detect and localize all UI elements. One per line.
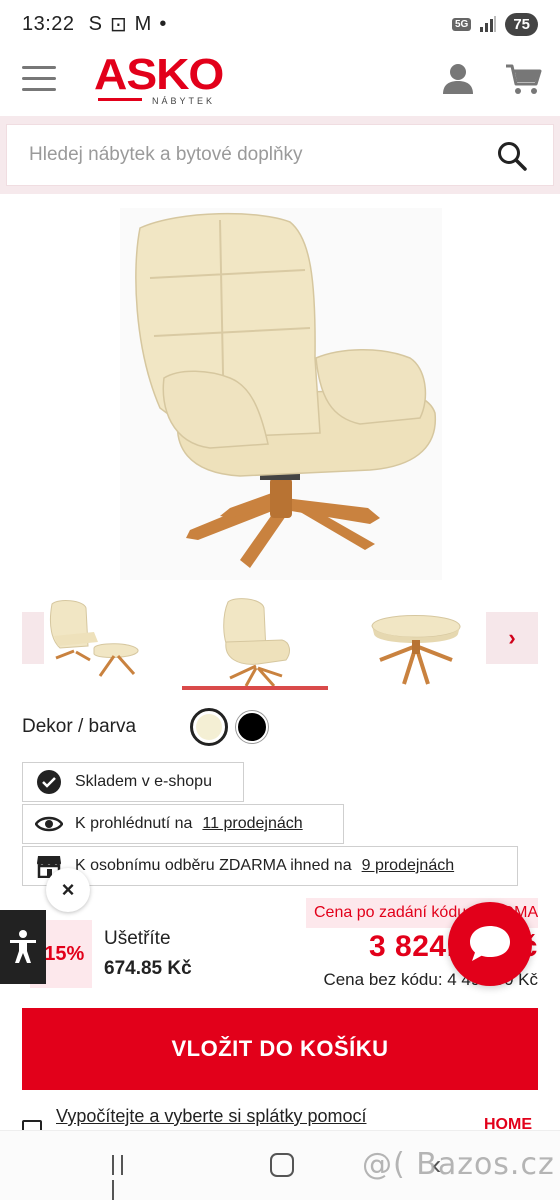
accessibility-icon bbox=[10, 930, 36, 963]
thumbnail-3[interactable] bbox=[366, 596, 466, 688]
swatch-black[interactable] bbox=[236, 711, 268, 743]
network-5g-icon: 5G bbox=[451, 17, 472, 31]
close-button[interactable]: × bbox=[46, 868, 90, 912]
status-bar: 13:22 S ⊡ M • 5G 75 bbox=[0, 0, 560, 48]
cart-icon[interactable] bbox=[504, 62, 542, 96]
recent-apps-icon[interactable] bbox=[112, 1155, 138, 1200]
logo-subtitle: NÁBYTEK bbox=[152, 96, 216, 106]
logo-text: ASKO bbox=[94, 50, 224, 99]
decor-label: Dekor / barva bbox=[22, 716, 137, 737]
thumbnail-carousel: ‹ › bbox=[0, 594, 560, 694]
search-input[interactable]: Hledej nábytek a bytové doplňky bbox=[6, 124, 554, 186]
product-main-image[interactable] bbox=[120, 208, 442, 580]
viewing-stores-link[interactable]: 11 prodejnách bbox=[202, 815, 302, 833]
logo-underline bbox=[98, 98, 142, 101]
status-time: 13:22 bbox=[22, 12, 75, 35]
thumbnail-2[interactable] bbox=[206, 596, 306, 688]
notification-icons: S ⊡ M • bbox=[89, 12, 167, 37]
carousel-next-button[interactable]: › bbox=[486, 612, 538, 664]
check-circle-icon bbox=[35, 768, 63, 796]
add-to-cart-button[interactable]: VLOŽIT DO KOŠÍKU bbox=[22, 1008, 538, 1090]
asko-logo[interactable]: ASKO NÁBYTEK bbox=[94, 50, 264, 108]
site-header: ASKO NÁBYTEK bbox=[0, 48, 560, 112]
stock-text: Skladem v e-shopu bbox=[75, 773, 212, 790]
chat-button[interactable] bbox=[448, 902, 532, 986]
eye-icon bbox=[35, 810, 63, 838]
swatch-cream[interactable] bbox=[190, 708, 228, 746]
signal-icon bbox=[480, 16, 497, 32]
stock-info: Skladem v e-shopu bbox=[22, 762, 244, 802]
pickup-text: K osobnímu odběru ZDARMA ihned na bbox=[75, 857, 352, 874]
savings-value: 674.85 Kč bbox=[104, 958, 192, 979]
search-icon[interactable] bbox=[497, 141, 527, 171]
accessibility-button[interactable] bbox=[0, 910, 46, 984]
thumbnail-active-indicator bbox=[182, 686, 328, 690]
battery-indicator: 75 bbox=[505, 12, 538, 36]
user-icon[interactable] bbox=[440, 62, 476, 96]
system-navigation-bar: ‹ @( Bazos.cz bbox=[0, 1130, 560, 1200]
viewing-text: K prohlédnutí na bbox=[75, 815, 193, 832]
watermark: @( Bazos.cz bbox=[362, 1147, 555, 1182]
search-bar-container: Hledej nábytek a bytové doplňky bbox=[0, 116, 560, 194]
chat-icon bbox=[470, 926, 510, 961]
installment-link[interactable]: Vypočítejte a vyberte si splátky pomocí bbox=[56, 1106, 366, 1127]
notification-dot-icon: • bbox=[159, 12, 167, 35]
pickup-info: K osobnímu odběru ZDARMA ihned na 9 prod… bbox=[22, 846, 518, 886]
notification-screenshot-icon: ⊡ bbox=[109, 13, 127, 36]
pickup-stores-link[interactable]: 9 prodejnách bbox=[362, 857, 455, 875]
thumbnail-1[interactable] bbox=[44, 596, 144, 688]
savings-label: Ušetříte bbox=[104, 928, 171, 949]
search-placeholder: Hledej nábytek a bytové doplňky bbox=[29, 144, 303, 165]
viewing-info: K prohlédnutí na 11 prodejnách bbox=[22, 804, 344, 844]
notification-s-icon: S bbox=[88, 12, 102, 35]
menu-icon[interactable] bbox=[22, 66, 56, 92]
home-icon[interactable] bbox=[270, 1153, 294, 1177]
notification-mail-icon: M bbox=[134, 12, 152, 35]
decor-selector: Dekor / barva bbox=[22, 706, 542, 748]
add-to-cart-label: VLOŽIT DO KOŠÍKU bbox=[171, 1036, 389, 1061]
chevron-right-icon: › bbox=[508, 625, 516, 650]
